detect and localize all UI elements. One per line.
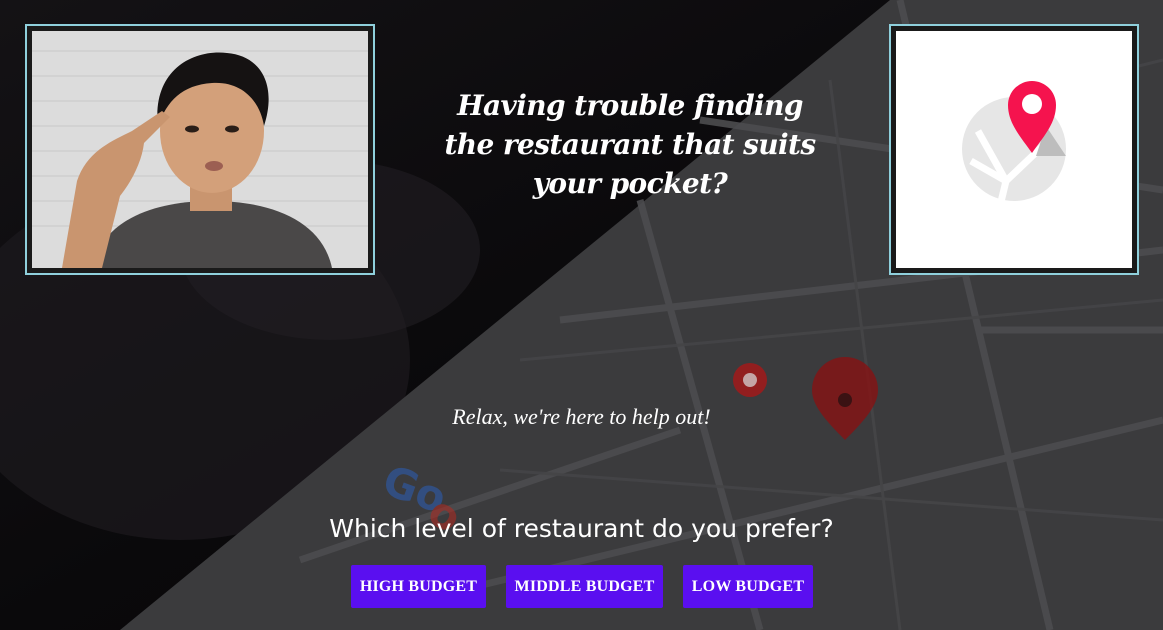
middle-budget-button[interactable]: MIDDLE BUDGET [506, 565, 663, 608]
budget-button-group: HIGH BUDGET MIDDLE BUDGET LOW BUDGET [0, 565, 1163, 609]
thinking-person-illustration [32, 31, 368, 268]
low-budget-button[interactable]: LOW BUDGET [683, 565, 813, 608]
photo-content [32, 31, 368, 268]
hero-tagline: Relax, we're here to help out! [452, 404, 711, 429]
map-pin-logo-image [889, 24, 1139, 275]
budget-question: Which level of restaurant do you prefer? [329, 514, 834, 543]
thinking-person-image [25, 24, 375, 275]
map-pin-icon [896, 31, 1132, 268]
logo-content [896, 31, 1132, 268]
hero-headline: Having trouble finding the restaurant th… [444, 89, 816, 200]
high-budget-button[interactable]: HIGH BUDGET [351, 565, 486, 608]
